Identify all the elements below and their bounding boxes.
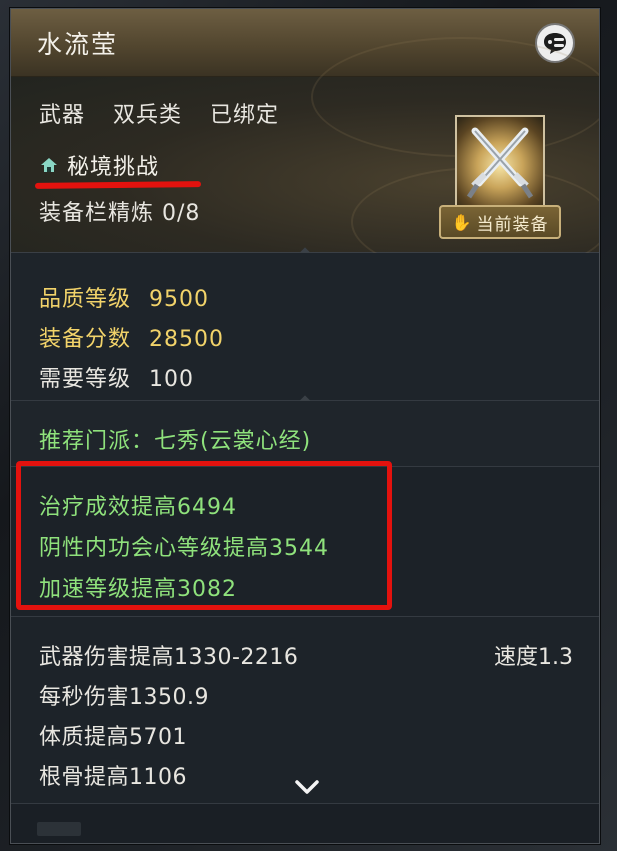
item-tooltip-panel: 水流莹 武器 双兵类 已绑定 秘境挑战 装备栏精炼 0/8 ✋ 当前装备 品质等… <box>10 8 600 844</box>
spirit-bonus: 根骨提高1106 <box>39 765 187 790</box>
equip-score-label: 装备分数 <box>39 327 132 352</box>
house-icon <box>41 158 57 172</box>
item-icon-frame <box>455 115 545 207</box>
damage-per-second: 每秒伤害1350.9 <box>39 685 209 710</box>
source-label: 秘境挑战 <box>67 155 160 180</box>
equip-score-row: 装备分数 28500 <box>39 321 224 353</box>
equip-score-value: 28500 <box>149 327 225 352</box>
required-level-value: 100 <box>149 367 195 392</box>
item-name: 水流莹 <box>37 30 119 59</box>
quality-level-label: 品质等级 <box>39 287 132 312</box>
tag-weapon-type: 双兵类 <box>113 103 183 128</box>
highlight-box <box>16 461 392 610</box>
recommend-section: 推荐门派：七秀(云裳心经) <box>11 401 599 467</box>
chevron-down-icon[interactable] <box>292 777 322 797</box>
footer-item-stub <box>37 822 81 836</box>
quality-level-value: 9500 <box>149 287 210 312</box>
quality-level-row: 品质等级 9500 <box>39 281 209 313</box>
constitution-bonus: 体质提高5701 <box>39 725 187 750</box>
item-info-section: 武器 双兵类 已绑定 秘境挑战 装备栏精炼 0/8 ✋ 当前装备 <box>11 37 599 277</box>
tag-bind-status: 已绑定 <box>210 103 280 128</box>
equipped-badge-label: 当前装备 <box>476 214 549 235</box>
recommended-school: 推荐门派：七秀(云裳心经) <box>39 429 312 454</box>
item-source: 秘境挑战 <box>39 149 159 181</box>
item-tags: 武器 双兵类 已绑定 <box>39 97 299 129</box>
badge-hand-icon: ✋ <box>451 212 473 232</box>
highlight-underline <box>34 181 202 189</box>
crossed-blades-icon <box>466 127 534 199</box>
attack-speed: 速度1.3 <box>494 645 573 670</box>
tag-category: 武器 <box>39 103 86 128</box>
weapon-damage: 武器伤害提高1330-2216 <box>39 645 299 670</box>
equipped-badge: ✋ 当前装备 <box>439 205 561 239</box>
required-level-label: 需要等级 <box>39 367 132 392</box>
item-stats-section: 品质等级 9500 装备分数 28500 需要等级 100 <box>11 253 599 401</box>
required-level-row: 需要等级 100 <box>39 361 194 393</box>
base-attributes-section: 武器伤害提高1330-2216 速度1.3 每秒伤害1350.9 体质提高570… <box>11 617 599 803</box>
refine-progress: 装备栏精炼 0/8 <box>39 201 201 226</box>
tooltip-footer <box>11 803 599 843</box>
